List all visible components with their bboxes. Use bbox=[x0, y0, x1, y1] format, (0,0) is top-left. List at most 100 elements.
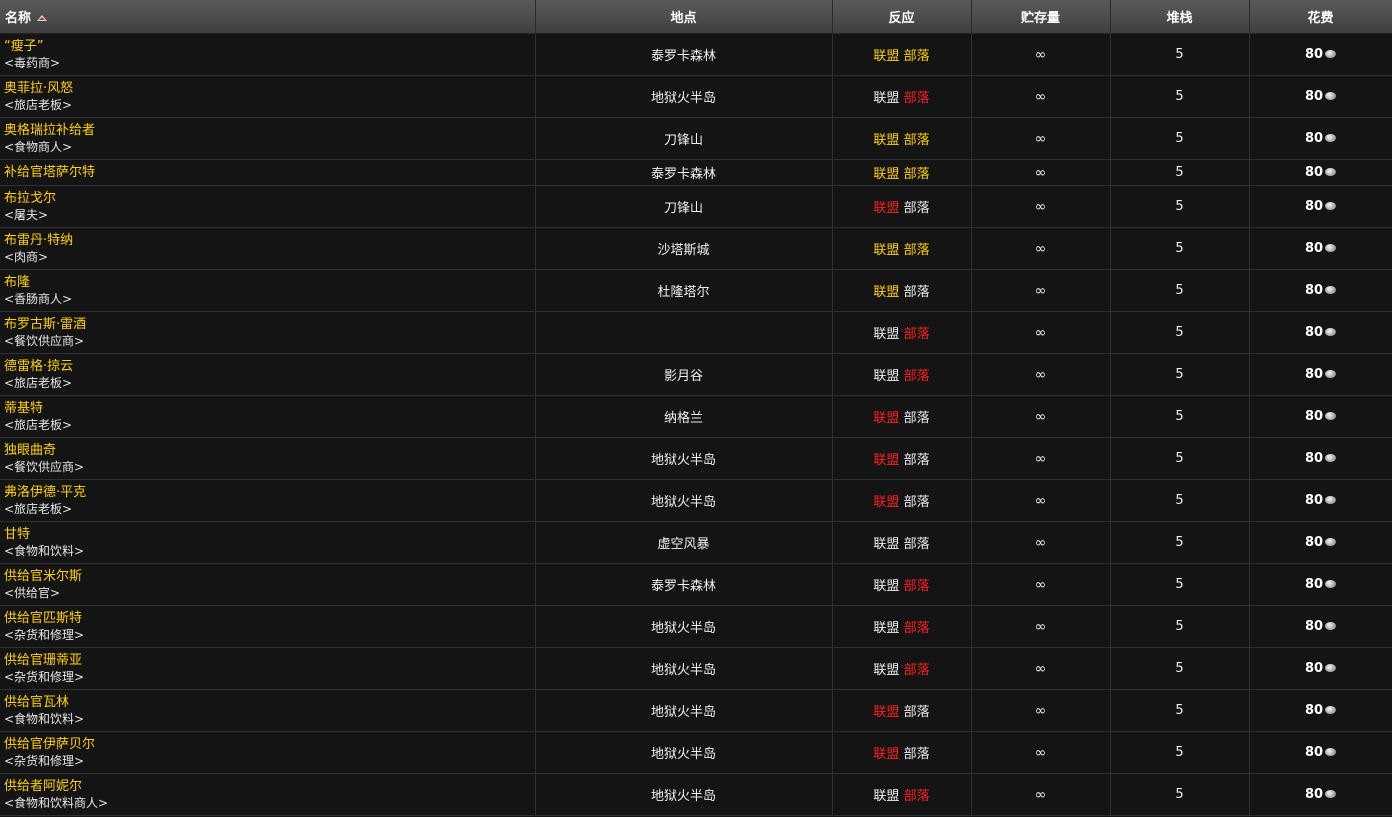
reaction-horde: 部落 bbox=[903, 167, 930, 182]
cost-cell: 80 bbox=[1249, 269, 1392, 312]
location-cell[interactable]: 杜隆塔尔 bbox=[535, 269, 833, 312]
table-row[interactable]: 奥菲拉·风怒 <旅店老板> 地狱火半岛 联盟 部落 ∞ 5 80 bbox=[0, 75, 1392, 118]
reaction-alliance: 联盟 bbox=[873, 91, 900, 106]
vendor-name-link[interactable]: 布罗古斯·雷酒 bbox=[4, 317, 535, 333]
location-cell[interactable]: 地狱火半岛 bbox=[535, 605, 833, 648]
table-row[interactable]: 供给官米尔斯 <供给官> 泰罗卡森林 联盟 部落 ∞ 5 80 bbox=[0, 563, 1392, 606]
vendor-name-link[interactable]: 奥菲拉·风怒 bbox=[4, 81, 535, 97]
table-row[interactable]: 供给官伊萨贝尔 <杂货和修理> 地狱火半岛 联盟 部落 ∞ 5 80 bbox=[0, 731, 1392, 774]
location-cell[interactable]: 地狱火半岛 bbox=[535, 479, 833, 522]
vendor-name-link[interactable]: 供给官米尔斯 bbox=[4, 569, 535, 585]
table-row[interactable]: 蒂基特 <旅店老板> 纳格兰 联盟 部落 ∞ 5 80 bbox=[0, 395, 1392, 438]
location-cell[interactable]: 地狱火半岛 bbox=[535, 731, 833, 774]
stack-cell: 5 bbox=[1110, 353, 1250, 396]
cost-cell: 80 bbox=[1249, 521, 1392, 564]
location-cell[interactable]: 地狱火半岛 bbox=[535, 647, 833, 690]
vendor-name-link[interactable]: 布雷丹·特纳 bbox=[4, 233, 535, 249]
table-row[interactable]: 布拉戈尔 <屠夫> 刀锋山 联盟 部落 ∞ 5 80 bbox=[0, 185, 1392, 228]
reaction-alliance: 联盟 bbox=[873, 369, 900, 384]
column-header-location[interactable]: 地点 bbox=[535, 0, 833, 34]
cost-value: 80 bbox=[1304, 241, 1324, 256]
vendor-name-link[interactable]: 供给官瓦林 bbox=[4, 695, 535, 711]
reaction-horde: 部落 bbox=[903, 663, 930, 678]
location-cell[interactable]: 纳格兰 bbox=[535, 395, 833, 438]
table-row[interactable]: 供给官珊蒂亚 <杂货和修理> 地狱火半岛 联盟 部落 ∞ 5 80 bbox=[0, 647, 1392, 690]
vendor-cell: 弗洛伊德·平克 <旅店老板> bbox=[0, 479, 536, 522]
table-row[interactable]: 供给官瓦林 <食物和饮料> 地狱火半岛 联盟 部落 ∞ 5 80 bbox=[0, 689, 1392, 732]
vendor-name-link[interactable]: 供给官匹斯特 bbox=[4, 611, 535, 627]
location-cell[interactable]: 地狱火半岛 bbox=[535, 437, 833, 480]
reaction-alliance: 联盟 bbox=[873, 579, 900, 594]
stock-cell: ∞ bbox=[971, 395, 1111, 438]
stock-cell: ∞ bbox=[971, 647, 1111, 690]
column-header-cost[interactable]: 花费 bbox=[1249, 0, 1392, 34]
sort-ascending-icon[interactable] bbox=[37, 14, 48, 21]
table-row[interactable]: 弗洛伊德·平克 <旅店老板> 地狱火半岛 联盟 部落 ∞ 5 80 bbox=[0, 479, 1392, 522]
vendor-name-link[interactable]: 供给官珊蒂亚 bbox=[4, 653, 535, 669]
vendor-cell: 布隆 <香肠商人> bbox=[0, 269, 536, 312]
location-cell[interactable]: 泰罗卡森林 bbox=[535, 563, 833, 606]
column-header-name[interactable]: 名称 bbox=[0, 0, 536, 34]
table-row[interactable]: 独眼曲奇 <餐饮供应商> 地狱火半岛 联盟 部落 ∞ 5 80 bbox=[0, 437, 1392, 480]
cost-value: 80 bbox=[1304, 703, 1324, 718]
vendor-name-link[interactable]: 独眼曲奇 bbox=[4, 443, 535, 459]
cost-cell: 80 bbox=[1249, 117, 1392, 160]
vendor-name-link[interactable]: 供给者阿妮尔 bbox=[4, 779, 535, 795]
vendor-name-link[interactable]: 布隆 bbox=[4, 275, 535, 291]
table-row[interactable]: 布罗古斯·雷酒 <餐饮供应商> 联盟 部落 ∞ 5 80 bbox=[0, 311, 1392, 354]
reaction-cell: 联盟 部落 bbox=[832, 185, 972, 228]
column-header-stock[interactable]: 贮存量 bbox=[971, 0, 1111, 34]
location-cell[interactable]: 影月谷 bbox=[535, 353, 833, 396]
reaction-cell: 联盟 部落 bbox=[832, 773, 972, 816]
location-cell[interactable]: 虚空风暴 bbox=[535, 521, 833, 564]
column-header-name-label: 名称 bbox=[5, 11, 32, 26]
table-row[interactable]: “瘦子” <毒药商> 泰罗卡森林 联盟 部落 ∞ 5 80 bbox=[0, 33, 1392, 76]
location-cell[interactable]: 沙塔斯城 bbox=[535, 227, 833, 270]
silver-coin-icon bbox=[1325, 705, 1337, 714]
silver-coin-icon bbox=[1325, 663, 1337, 672]
vendor-name-link[interactable]: 布拉戈尔 bbox=[4, 191, 535, 207]
vendor-name-link[interactable]: 弗洛伊德·平克 bbox=[4, 485, 535, 501]
cost-cell: 80 bbox=[1249, 605, 1392, 648]
table-row[interactable]: 布雷丹·特纳 <肉商> 沙塔斯城 联盟 部落 ∞ 5 80 bbox=[0, 227, 1392, 270]
vendor-name-link[interactable]: 补给官塔萨尔特 bbox=[4, 165, 535, 181]
table-row[interactable]: 奥格瑞拉补给者 <食物商人> 刀锋山 联盟 部落 ∞ 5 80 bbox=[0, 117, 1392, 160]
vendor-name-link[interactable]: 供给官伊萨贝尔 bbox=[4, 737, 535, 753]
reaction-alliance: 联盟 bbox=[873, 243, 900, 258]
table-row[interactable]: 布隆 <香肠商人> 杜隆塔尔 联盟 部落 ∞ 5 80 bbox=[0, 269, 1392, 312]
table-row[interactable]: 供给者阿妮尔 <食物和饮料商人> 地狱火半岛 联盟 部落 ∞ 5 80 bbox=[0, 773, 1392, 816]
vendor-name-link[interactable]: “瘦子” bbox=[4, 39, 535, 55]
table-row[interactable]: 德雷格·掠云 <旅店老板> 影月谷 联盟 部落 ∞ 5 80 bbox=[0, 353, 1392, 396]
vendor-name-link[interactable]: 甘特 bbox=[4, 527, 535, 543]
reaction-alliance: 联盟 bbox=[873, 747, 900, 762]
vendor-name-link[interactable]: 德雷格·掠云 bbox=[4, 359, 535, 375]
location-cell[interactable]: 地狱火半岛 bbox=[535, 75, 833, 118]
table-row[interactable]: 补给官塔萨尔特 泰罗卡森林 联盟 部落 ∞ 5 80 bbox=[0, 159, 1392, 186]
reaction-cell: 联盟 部落 bbox=[832, 647, 972, 690]
column-header-stack[interactable]: 堆栈 bbox=[1110, 0, 1250, 34]
vendor-title: <杂货和修理> bbox=[4, 669, 85, 684]
location-cell[interactable]: 刀锋山 bbox=[535, 117, 833, 160]
stock-cell: ∞ bbox=[971, 563, 1111, 606]
stock-cell: ∞ bbox=[971, 521, 1111, 564]
stack-cell: 5 bbox=[1110, 773, 1250, 816]
cost-value: 80 bbox=[1304, 577, 1324, 592]
table-row[interactable]: 供给官匹斯特 <杂货和修理> 地狱火半岛 联盟 部落 ∞ 5 80 bbox=[0, 605, 1392, 648]
reaction-cell: 联盟 部落 bbox=[832, 269, 972, 312]
location-cell[interactable]: 泰罗卡森林 bbox=[535, 159, 833, 186]
silver-coin-icon bbox=[1325, 621, 1337, 630]
location-cell[interactable] bbox=[535, 311, 833, 354]
cost-value: 80 bbox=[1304, 325, 1324, 340]
stack-cell: 5 bbox=[1110, 117, 1250, 160]
stack-cell: 5 bbox=[1110, 689, 1250, 732]
column-header-reaction[interactable]: 反应 bbox=[832, 0, 972, 34]
location-cell[interactable]: 地狱火半岛 bbox=[535, 773, 833, 816]
table-row[interactable]: 甘特 <食物和饮料> 虚空风暴 联盟 部落 ∞ 5 80 bbox=[0, 521, 1392, 564]
silver-coin-icon bbox=[1325, 411, 1337, 420]
vendor-name-link[interactable]: 奥格瑞拉补给者 bbox=[4, 123, 535, 139]
location-cell[interactable]: 地狱火半岛 bbox=[535, 689, 833, 732]
vendor-cell: 供给官伊萨贝尔 <杂货和修理> bbox=[0, 731, 536, 774]
location-cell[interactable]: 刀锋山 bbox=[535, 185, 833, 228]
location-cell[interactable]: 泰罗卡森林 bbox=[535, 33, 833, 76]
vendor-name-link[interactable]: 蒂基特 bbox=[4, 401, 535, 417]
